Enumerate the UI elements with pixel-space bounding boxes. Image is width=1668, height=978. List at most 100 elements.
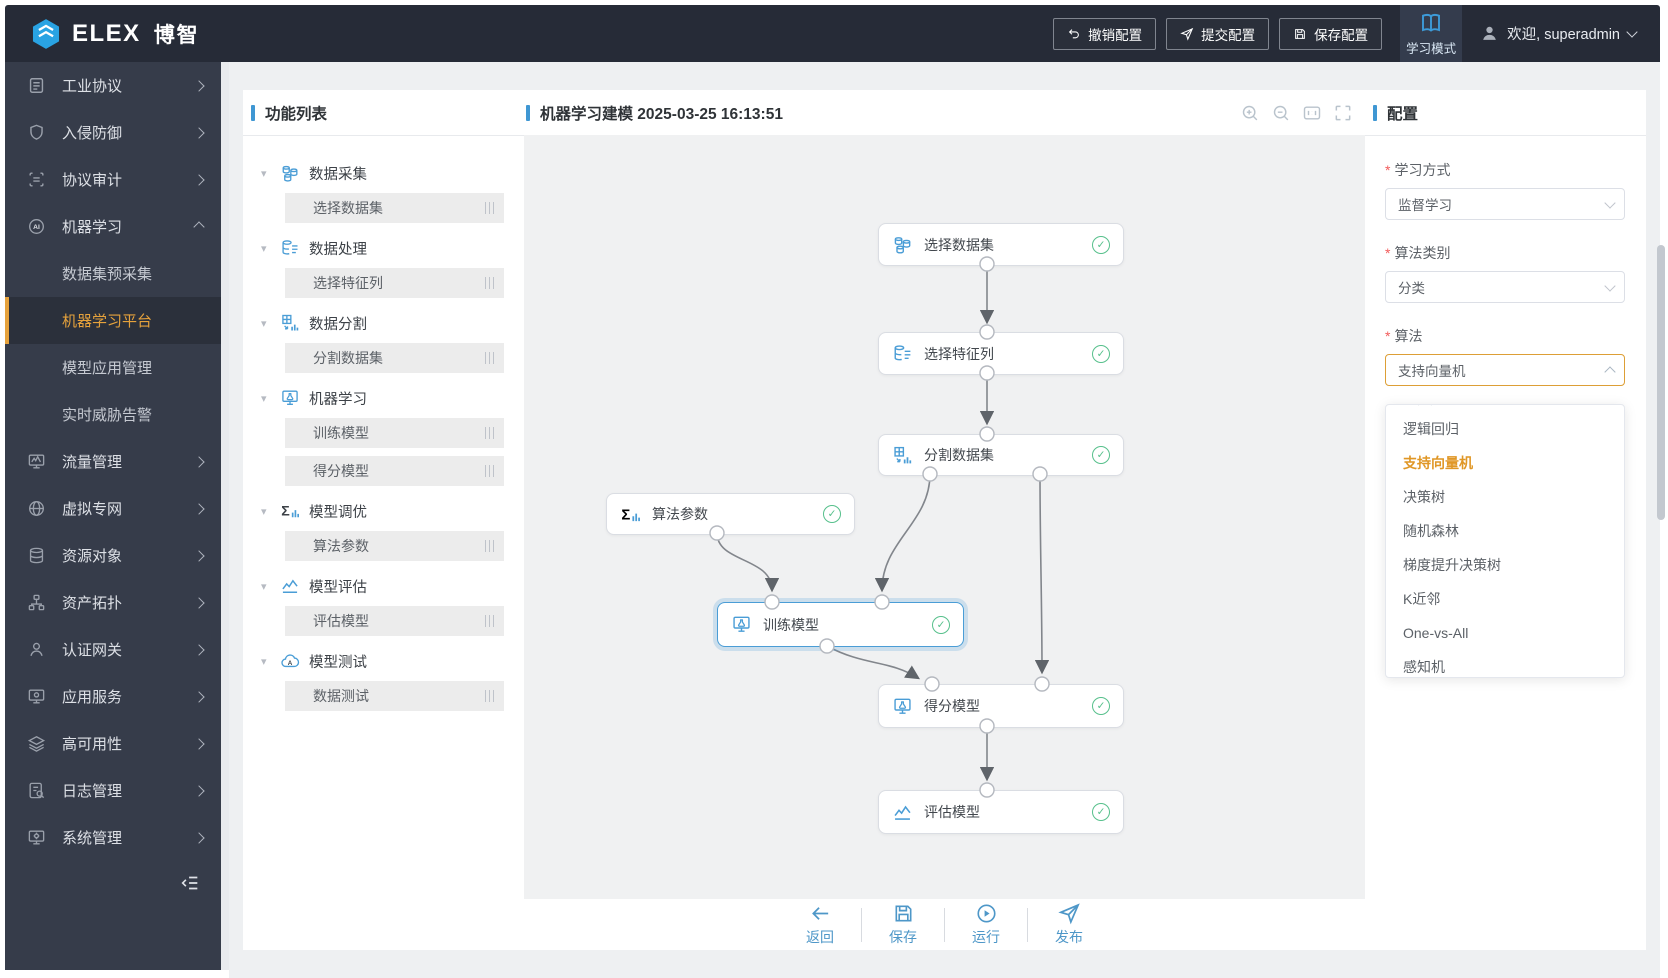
drag-handle-icon (484, 202, 494, 214)
data-split-icon (282, 314, 299, 332)
learning-mode-tab[interactable]: 学习模式 (1400, 5, 1463, 62)
dropdown-option-logistic-regression[interactable]: 逻辑回归 (1386, 412, 1624, 446)
tree-item-select-dataset[interactable]: 选择数据集 (285, 193, 504, 223)
sidebar-item-label: 入侵防御 (62, 125, 123, 142)
submit-config-button[interactable]: 提交配置 (1166, 17, 1270, 50)
tree-item-split-dataset[interactable]: 分割数据集 (285, 343, 504, 373)
dropdown-option-one-vs-all[interactable]: One-vs-All (1386, 616, 1624, 650)
node-train-model[interactable]: 训练模型 ✓ (717, 602, 964, 647)
zoom-in-icon[interactable] (1240, 103, 1260, 123)
sidebar-item-auth-gateway[interactable]: 认证网关 (5, 626, 221, 673)
node-label: 算法参数 (652, 506, 708, 522)
sidebar-item-resource-objects[interactable]: 资源对象 (5, 532, 221, 579)
tree-item-data-test[interactable]: 数据测试 (285, 681, 504, 711)
tree-group-data-processing[interactable]: ▾ 数据处理 (243, 231, 524, 265)
learning-method-select[interactable]: 监督学习 (1385, 188, 1625, 220)
tree-group-machine-learning[interactable]: ▾ 机器学习 (243, 381, 524, 415)
tree-item-algorithm-params[interactable]: 算法参数 (285, 531, 504, 561)
tree-item-score-model[interactable]: 得分模型 (285, 456, 504, 486)
sidebar-subitem-dataset-precollection[interactable]: 数据集预采集 (5, 250, 221, 297)
accent-bar (526, 104, 530, 121)
ml-monitor-icon (894, 698, 911, 714)
function-tree: ▾ 数据采集 选择数据集 ▾ 数据处理 选择特征列 ▾ 数据分割 分割数据集 ▾… (243, 136, 524, 711)
success-check-icon: ✓ (1092, 803, 1110, 821)
system-gear-icon (28, 830, 45, 845)
select-value: 监督学习 (1398, 198, 1452, 213)
sidebar-item-protocol-audit[interactable]: 协议审计 (5, 156, 221, 203)
sidebar-item-machine-learning[interactable]: 机器学习 (5, 203, 221, 250)
sidebar-subitem-ml-platform[interactable]: 机器学习平台 (5, 297, 221, 344)
save-button[interactable]: 保存 (880, 902, 926, 947)
fullscreen-icon[interactable] (1333, 103, 1353, 123)
tree-item-train-model[interactable]: 训练模型 (285, 418, 504, 448)
dropdown-option-perceptron[interactable]: 感知机 (1386, 650, 1624, 677)
user-menu[interactable]: 欢迎, superadmin (1462, 23, 1660, 44)
paper-plane-icon (1059, 904, 1079, 923)
required-asterisk: * (1385, 328, 1391, 344)
sidebar-scrollbar[interactable] (221, 62, 229, 970)
chevron-right-icon (193, 549, 205, 562)
save-config-button[interactable]: 保存配置 (1279, 17, 1383, 50)
edge-params-to-train (716, 532, 780, 593)
caret-down-icon: ▾ (261, 242, 267, 255)
node-select-features[interactable]: 选择特征列 ✓ (878, 332, 1124, 375)
chevron-right-icon (193, 784, 205, 797)
tree-group-data-split[interactable]: ▾ 数据分割 (243, 306, 524, 340)
tree-item-select-features[interactable]: 选择特征列 (285, 268, 504, 298)
sidebar-item-label: 协议审计 (62, 172, 123, 189)
sidebar-subitem-realtime-threat-alert[interactable]: 实时威胁告警 (5, 391, 221, 438)
submit-config-label: 提交配置 (1201, 27, 1256, 43)
tree-item-label: 算法参数 (313, 538, 369, 554)
sidebar-item-system-management[interactable]: 系统管理 (5, 814, 221, 861)
drag-handle-icon (484, 615, 494, 627)
actual-size-icon[interactable] (1302, 103, 1322, 123)
config-panel: 配置 * 学习方式 监督学习 * 算法类别 分类 * 算法 支持向量机 逻辑回归… (1365, 90, 1646, 950)
sidebar-item-asset-topology[interactable]: 资产拓扑 (5, 579, 221, 626)
tree-group-model-evaluation[interactable]: ▾ 模型评估 (243, 569, 524, 603)
dropdown-option-decision-tree[interactable]: 决策树 (1386, 480, 1624, 514)
algorithm-dropdown: 逻辑回归 支持向量机 决策树 随机森林 梯度提升决策树 K近邻 One-vs-A… (1385, 404, 1625, 678)
sidebar-item-app-services[interactable]: 应用服务 (5, 673, 221, 720)
function-panel-title: 功能列表 (265, 105, 328, 123)
caret-down-icon: ▾ (261, 392, 267, 405)
tree-group-model-tuning[interactable]: ▾ 模型调优 (243, 494, 524, 528)
sidebar-subitem-label: 机器学习平台 (62, 313, 153, 330)
undo-config-button[interactable]: 撤销配置 (1053, 17, 1157, 50)
zoom-out-icon[interactable] (1271, 103, 1291, 123)
sidebar-subitem-label: 数据集预采集 (62, 266, 153, 283)
flow-canvas[interactable]: 选择数据集 ✓ 选择特征列 ✓ 分割数据集 ✓ 算法参数 ✓ 训练模型 ✓ 得分… (524, 135, 1365, 899)
sidebar-item-intrusion-prevention[interactable]: 入侵防御 (5, 109, 221, 156)
tree-group-data-collection[interactable]: ▾ 数据采集 (243, 156, 524, 190)
publish-button[interactable]: 发布 (1046, 902, 1092, 947)
tree-item-evaluate-model[interactable]: 评估模型 (285, 606, 504, 636)
book-icon (1422, 13, 1441, 31)
algorithm-select[interactable]: 支持向量机 (1385, 354, 1625, 386)
node-algorithm-params[interactable]: 算法参数 ✓ (606, 493, 855, 535)
collapse-sidebar-icon[interactable] (179, 872, 201, 894)
cloud-test-icon (281, 654, 300, 668)
sidebar-item-high-availability[interactable]: 高可用性 (5, 720, 221, 767)
node-select-dataset[interactable]: 选择数据集 ✓ (878, 223, 1124, 266)
sidebar-item-industrial-protocol[interactable]: 工业协议 (5, 62, 221, 109)
back-button[interactable]: 返回 (797, 902, 843, 947)
algorithm-category-select[interactable]: 分类 (1385, 271, 1625, 303)
run-label: 运行 (972, 929, 1000, 945)
logo-text: ELEX (72, 19, 141, 47)
sidebar-item-log-management[interactable]: 日志管理 (5, 767, 221, 814)
tree-group-label: 数据采集 (309, 166, 367, 183)
dropdown-option-random-forest[interactable]: 随机森林 (1386, 514, 1624, 548)
tree-group-model-testing[interactable]: ▾ 模型测试 (243, 644, 524, 678)
sidebar-subitem-model-app-management[interactable]: 模型应用管理 (5, 344, 221, 391)
sidebar-subitem-label: 实时威胁告警 (62, 407, 153, 424)
chevron-right-icon (193, 455, 205, 468)
dropdown-option-knn[interactable]: K近邻 (1386, 582, 1624, 616)
sidebar-item-virtual-private-network[interactable]: 虚拟专网 (5, 485, 221, 532)
dropdown-option-svm[interactable]: 支持向量机 (1386, 446, 1624, 480)
sidebar-item-traffic-management[interactable]: 流量管理 (5, 438, 221, 485)
window-scrollbar[interactable] (1657, 245, 1665, 520)
node-evaluate-model[interactable]: 评估模型 ✓ (878, 790, 1124, 834)
dropdown-option-gbdt[interactable]: 梯度提升决策树 (1386, 548, 1624, 582)
run-button[interactable]: 运行 (963, 902, 1009, 947)
node-score-model[interactable]: 得分模型 ✓ (878, 684, 1124, 728)
node-split-dataset[interactable]: 分割数据集 ✓ (878, 434, 1124, 476)
